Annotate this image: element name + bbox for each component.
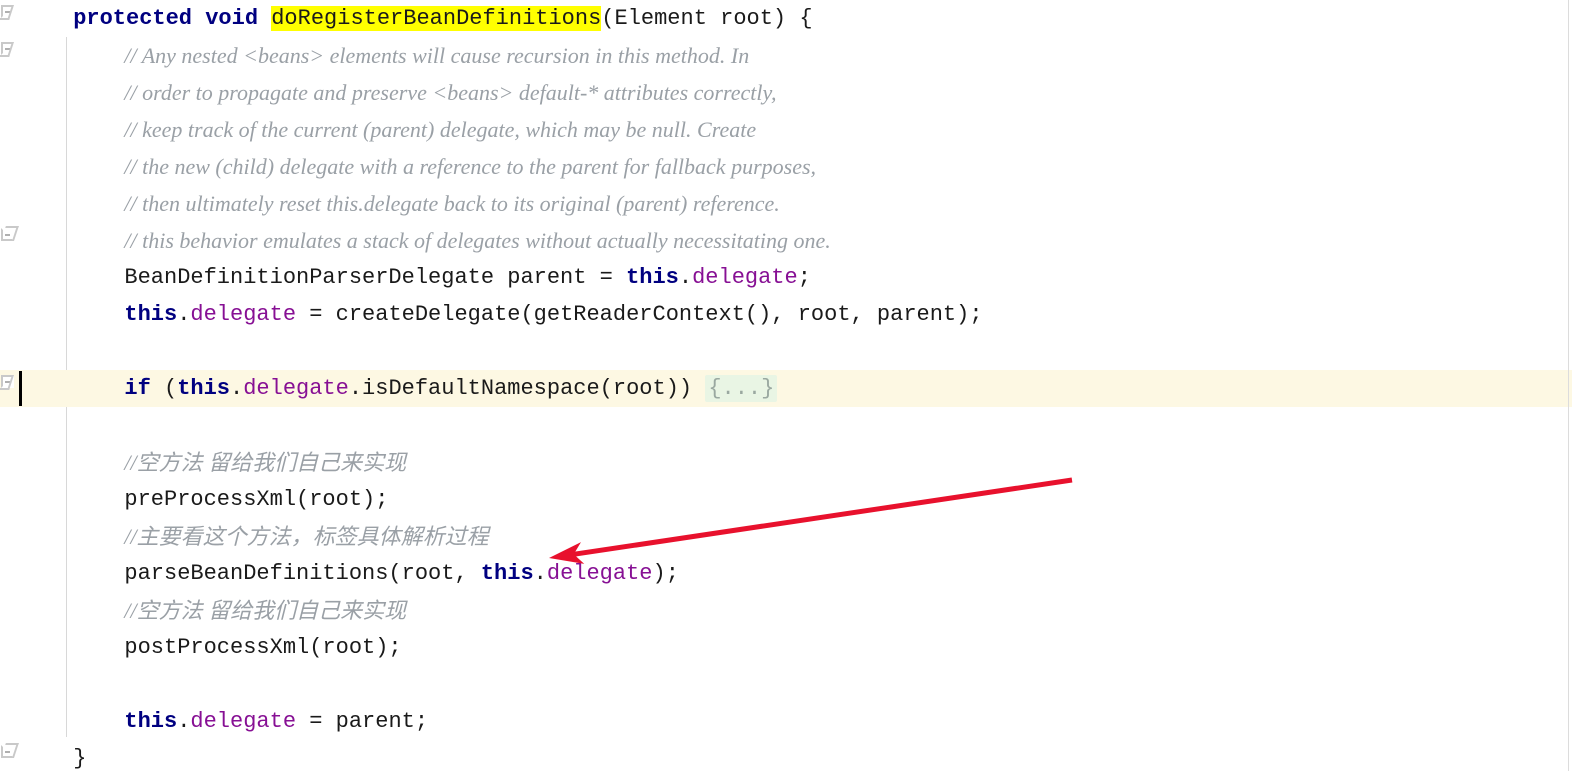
line-blank-1[interactable] <box>0 333 1572 370</box>
token-comment: // keep track of the current (parent) de… <box>124 117 757 142</box>
token-ident: . <box>230 376 244 401</box>
line-comment-3[interactable]: // keep track of the current (parent) de… <box>0 111 1572 148</box>
code-text-area[interactable]: protected void doRegisterBeanDefinitions… <box>0 0 1572 771</box>
token-ident: = createDelegate(getReaderContext(), roo… <box>296 302 983 327</box>
token-comment: // this behavior emulates a stack of del… <box>124 228 831 253</box>
token-fold-badge: {...} <box>705 375 778 402</box>
line-parent-decl[interactable]: BeanDefinitionParserDelegate parent = th… <box>0 259 1572 296</box>
line-if-default-namespace[interactable]: if (this.delegate.isDefaultNamespace(roo… <box>0 370 1572 407</box>
token-ident <box>192 6 205 31</box>
line-comment-6[interactable]: // this behavior emulates a stack of del… <box>0 222 1572 259</box>
line-create-delegate[interactable]: this.delegate = createDelegate(getReader… <box>0 296 1572 333</box>
token-kw: protected <box>73 6 193 31</box>
line-preprocessxml[interactable]: preProcessXml(root); <box>0 481 1572 518</box>
token-ident: ); <box>652 561 679 586</box>
line-blank-2[interactable] <box>0 407 1572 444</box>
token-ident: ; <box>797 265 811 290</box>
token-ident: . <box>533 561 547 586</box>
token-field: delegate <box>243 376 349 401</box>
token-field: delegate <box>546 561 653 586</box>
line-closing-brace[interactable]: } <box>0 740 1572 771</box>
token-kw: this <box>626 265 679 290</box>
line-comment-1[interactable]: // Any nested <beans> elements will caus… <box>0 37 1572 74</box>
line-comment-cn-1[interactable]: //空方法 留给我们自己来实现 <box>0 444 1572 481</box>
line-parsebeandefinitions[interactable]: parseBeanDefinitions(root, this.delegate… <box>0 555 1572 592</box>
token-comment-cn: //主要看这个方法，标签具体解析过程 <box>124 524 489 549</box>
line-blank-3[interactable] <box>0 666 1572 703</box>
token-comment-cn: //空方法 留给我们自己来实现 <box>124 450 407 475</box>
token-ident: (Element root) { <box>601 6 813 31</box>
token-field: delegate <box>692 265 798 290</box>
token-ident: = parent; <box>296 709 429 734</box>
editor-right-border <box>1568 0 1569 771</box>
token-kw: void <box>205 6 259 31</box>
token-kw: this <box>480 561 534 586</box>
token-ident: } <box>73 746 87 771</box>
token-ident: parseBeanDefinitions(root, <box>124 561 481 586</box>
line-comment-2[interactable]: // order to propagate and preserve <bean… <box>0 74 1572 111</box>
line-comment-5[interactable]: // then ultimately reset this.delegate b… <box>0 185 1572 222</box>
line-comment-4[interactable]: // the new (child) delegate with a refer… <box>0 148 1572 185</box>
fold-start-icon[interactable] <box>0 5 16 20</box>
line-comment-cn-2[interactable]: //主要看这个方法，标签具体解析过程 <box>0 518 1572 555</box>
token-field: delegate <box>190 302 297 327</box>
token-kw: this <box>124 302 178 327</box>
token-kw: this <box>177 376 231 401</box>
line-comment-cn-3[interactable]: //空方法 留给我们自己来实现 <box>0 592 1572 629</box>
token-ident: . <box>177 302 191 327</box>
token-ident: . <box>678 265 693 290</box>
token-ident: preProcessXml(root); <box>124 487 389 512</box>
line-method-signature[interactable]: protected void doRegisterBeanDefinitions… <box>0 0 1572 37</box>
token-comment: // Any nested <beans> elements will caus… <box>124 43 750 68</box>
fold-start-icon[interactable] <box>0 42 16 57</box>
token-ident: . <box>177 709 191 734</box>
token-comment: // the new (child) delegate with a refer… <box>124 154 817 179</box>
line-postprocessxml[interactable]: postProcessXml(root); <box>0 629 1572 666</box>
line-restore-delegate[interactable]: this.delegate = parent; <box>0 703 1572 740</box>
fold-end-icon[interactable] <box>1 743 19 760</box>
token-ident: BeanDefinitionParserDelegate parent = <box>124 265 627 290</box>
token-kw: if <box>124 376 151 401</box>
fold-end-icon[interactable] <box>1 226 19 243</box>
token-ident: .isDefaultNamespace(root)) <box>348 376 706 401</box>
token-kw: this <box>124 709 178 734</box>
fold-start-icon[interactable] <box>0 375 16 390</box>
text-caret <box>19 371 22 406</box>
token-ident <box>258 6 271 31</box>
token-ident: ( <box>150 376 178 401</box>
code-editor[interactable]: protected void doRegisterBeanDefinitions… <box>0 0 1572 771</box>
token-comment: // order to propagate and preserve <bean… <box>124 80 777 105</box>
token-comment-cn: //空方法 留给我们自己来实现 <box>124 598 407 623</box>
token-comment: // then ultimately reset this.delegate b… <box>124 191 780 216</box>
token-hl-yellow: doRegisterBeanDefinitions <box>271 6 602 31</box>
token-ident: postProcessXml(root); <box>124 635 402 660</box>
token-field: delegate <box>190 709 297 734</box>
